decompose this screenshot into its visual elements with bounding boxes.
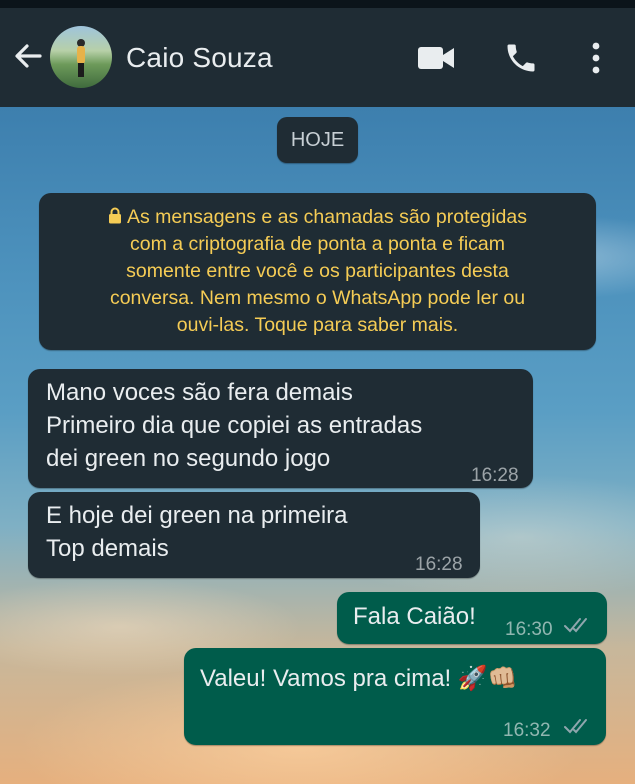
message-time: 16:30 xyxy=(505,619,553,640)
message-text: Primeiro dia que copiei as entradas xyxy=(46,412,423,439)
message-text: Valeu! Vamos pra cima! 🚀👊🏼 xyxy=(200,665,518,692)
arrow-left-icon xyxy=(15,44,42,68)
lock-icon xyxy=(109,207,121,224)
notice-line-3: somente entre você e os participantes de… xyxy=(126,260,509,282)
date-chip: HOJE xyxy=(277,117,358,163)
outgoing-message[interactable]: Fala Caião! 16:30 xyxy=(337,592,607,644)
status-bar xyxy=(0,0,635,8)
message-time: 16:28 xyxy=(471,465,519,486)
menu-button[interactable] xyxy=(576,38,616,78)
chat-area[interactable]: HOJE As mensagens e as chamadas são prot… xyxy=(0,107,635,784)
notice-line-1: As mensagens e as chamadas são protegida… xyxy=(108,206,527,228)
avatar[interactable] xyxy=(50,26,112,88)
encryption-notice[interactable]: As mensagens e as chamadas são protegida… xyxy=(39,193,596,350)
incoming-message[interactable]: Mano voces são fera demais Primeiro dia … xyxy=(28,369,533,488)
more-vertical-icon xyxy=(592,42,600,74)
message-text: dei green no segundo jogo xyxy=(46,445,331,472)
notice-line-2: com a criptografia de ponta a ponta e fi… xyxy=(129,233,506,255)
message-text: Mano voces são fera demais xyxy=(46,379,353,406)
notice-line-5: ouvi-las. Toque para saber mais. xyxy=(176,314,459,336)
voice-call-button[interactable] xyxy=(501,38,541,78)
video-call-button[interactable] xyxy=(416,38,456,78)
double-check-icon xyxy=(564,719,587,734)
phone-icon xyxy=(507,44,535,72)
incoming-message[interactable]: E hoje dei green na primeira Top demais … xyxy=(28,492,480,578)
double-check-icon xyxy=(564,618,587,633)
video-camera-icon xyxy=(418,47,454,69)
message-time: 16:32 xyxy=(503,720,551,741)
back-button[interactable] xyxy=(10,38,46,74)
message-time: 16:28 xyxy=(415,554,463,575)
chat-header: Caio Souza xyxy=(0,8,635,107)
contact-name[interactable]: Caio Souza xyxy=(126,42,273,74)
message-text: E hoje dei green na primeira xyxy=(46,502,348,529)
notice-line-4: conversa. Nem mesmo o WhatsApp pode ler … xyxy=(109,287,526,309)
outgoing-message[interactable]: Valeu! Vamos pra cima! 🚀👊🏼 16:32 xyxy=(184,648,606,745)
